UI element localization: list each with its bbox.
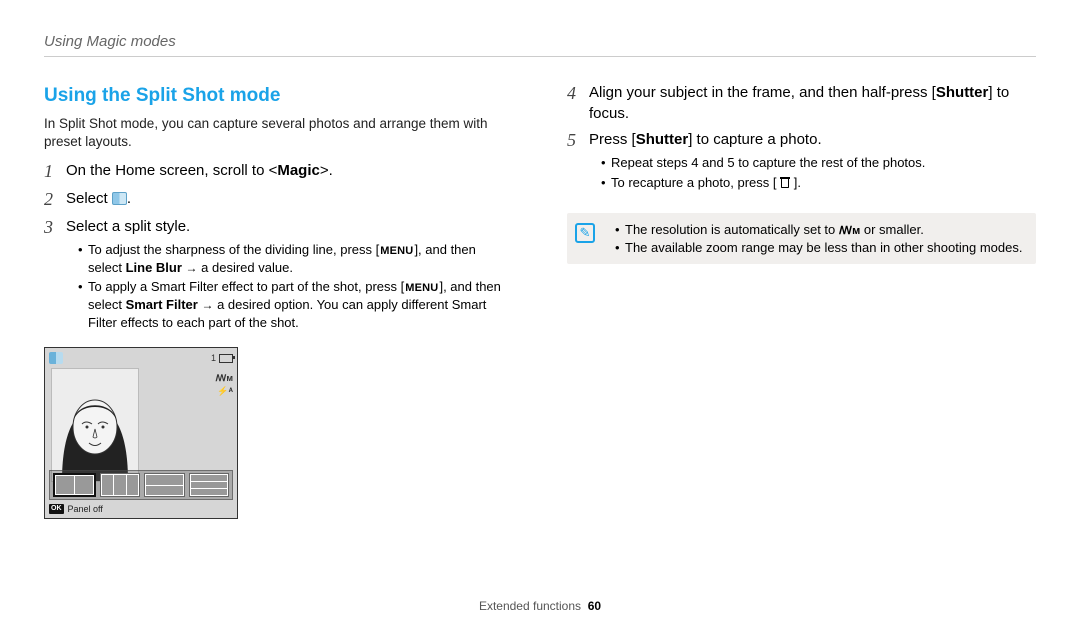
text: Align your subject in the frame, and the…	[589, 84, 1009, 121]
flash-indicator: ⚡ᴬ	[216, 385, 233, 398]
ok-badge: OK	[49, 504, 64, 513]
section-title: Using the Split Shot mode	[44, 83, 513, 109]
step-body: Align your subject in the frame, and the…	[589, 83, 1036, 124]
split-shot-mode-icon	[112, 192, 127, 205]
resolution-icon: ꟿᴍ	[839, 225, 860, 237]
bullet: To recapture a photo, press [ ].	[601, 174, 1036, 192]
text: To recapture a photo, press [ ].	[611, 175, 801, 190]
sub-bullets: Repeat steps 4 and 5 to capture the rest…	[589, 154, 1036, 191]
step-number: 5	[567, 130, 589, 152]
text: Press [Shutter] to capture a photo.	[589, 131, 822, 148]
trash-icon	[780, 177, 790, 188]
battery-icon	[219, 354, 233, 363]
arrow-icon: →	[186, 261, 198, 275]
bullet: To apply a Smart Filter effect to part o…	[78, 278, 513, 331]
mode-badge-icon	[49, 352, 63, 364]
sub-bullets: To adjust the sharpness of the dividing …	[66, 241, 513, 331]
text: Select a split style.	[66, 218, 190, 235]
face-illustration	[52, 369, 138, 481]
bold: Smart Filter	[126, 297, 198, 312]
text: The available zoom range may be less tha…	[625, 240, 1022, 255]
bold: Magic	[277, 162, 320, 179]
steps-right: 4 Align your subject in the frame, and t…	[567, 83, 1036, 193]
text: To apply a Smart Filter effect to part o…	[88, 279, 501, 329]
split-option-2h[interactable]	[144, 473, 185, 497]
arrow-icon: →	[201, 298, 213, 312]
tip-list: The resolution is automatically set to ꟿ…	[603, 221, 1022, 256]
step-5: 5 Press [Shutter] to capture a photo. Re…	[567, 130, 1036, 193]
split-style-selector	[49, 470, 233, 500]
step-number: 3	[44, 217, 66, 239]
step-body: Select a split style. To adjust the shar…	[66, 217, 513, 334]
camera-top-right: 1	[211, 352, 233, 364]
steps-left: 1 On the Home screen, scroll to <Magic>.…	[44, 161, 513, 333]
step-2: 2 Select .	[44, 189, 513, 211]
step-number: 2	[44, 189, 66, 211]
two-column-layout: Using the Split Shot mode In Split Shot …	[44, 83, 1036, 594]
menu-button-label: MENU	[404, 281, 439, 296]
step-body: Press [Shutter] to capture a photo. Repe…	[589, 130, 1036, 193]
camera-bottom-bar: OK Panel off	[49, 503, 103, 515]
page: Using Magic modes Using the Split Shot m…	[0, 0, 1080, 630]
resolution-indicator: ꟿᴍ	[216, 372, 233, 385]
split-option-2v[interactable]	[53, 473, 96, 497]
section-intro: In Split Shot mode, you can capture seve…	[44, 115, 513, 151]
footer-section: Extended functions	[479, 599, 581, 613]
left-column: Using the Split Shot mode In Split Shot …	[44, 83, 513, 594]
bold: Line Blur	[126, 260, 182, 275]
step-3: 3 Select a split style. To adjust the sh…	[44, 217, 513, 334]
split-option-3v[interactable]	[100, 473, 141, 497]
camera-side-indicators: ꟿᴍ ⚡ᴬ	[216, 372, 233, 397]
page-number: 60	[588, 599, 601, 613]
note-icon: ✎	[575, 223, 595, 243]
split-option-3h[interactable]	[189, 473, 230, 497]
text: >.	[320, 162, 333, 179]
text: On the Home screen, scroll to <	[66, 162, 277, 179]
panel-off-label: Panel off	[68, 503, 103, 515]
bold: Shutter	[936, 84, 989, 101]
text: Repeat steps 4 and 5 to capture the rest…	[611, 155, 925, 170]
text: The resolution is automatically set to ꟿ…	[625, 222, 924, 237]
tip-box: ✎ The resolution is automatically set to…	[567, 213, 1036, 264]
face-preview	[51, 368, 139, 482]
step-1: 1 On the Home screen, scroll to <Magic>.	[44, 161, 513, 183]
text: .	[127, 190, 131, 207]
tip-item: The available zoom range may be less tha…	[615, 239, 1022, 257]
text: Select	[66, 190, 112, 207]
shot-count: 1	[211, 352, 216, 364]
text: To adjust the sharpness of the dividing …	[88, 242, 476, 275]
bullet: To adjust the sharpness of the dividing …	[78, 241, 513, 276]
step-number: 1	[44, 161, 66, 183]
step-number: 4	[567, 83, 589, 105]
footer: Extended functions 60	[44, 594, 1036, 614]
breadcrumb: Using Magic modes	[44, 32, 1036, 57]
right-column: 4 Align your subject in the frame, and t…	[567, 83, 1036, 594]
camera-display: 1 ꟿᴍ ⚡ᴬ	[44, 347, 238, 519]
step-body: On the Home screen, scroll to <Magic>.	[66, 161, 513, 181]
step-body: Select .	[66, 189, 513, 209]
bold: Shutter	[636, 131, 689, 148]
tip-item: The resolution is automatically set to ꟿ…	[615, 221, 1022, 239]
camera-top-bar: 1	[49, 352, 233, 364]
menu-button-label: MENU	[379, 244, 414, 259]
bullet: Repeat steps 4 and 5 to capture the rest…	[601, 154, 1036, 172]
step-4: 4 Align your subject in the frame, and t…	[567, 83, 1036, 124]
